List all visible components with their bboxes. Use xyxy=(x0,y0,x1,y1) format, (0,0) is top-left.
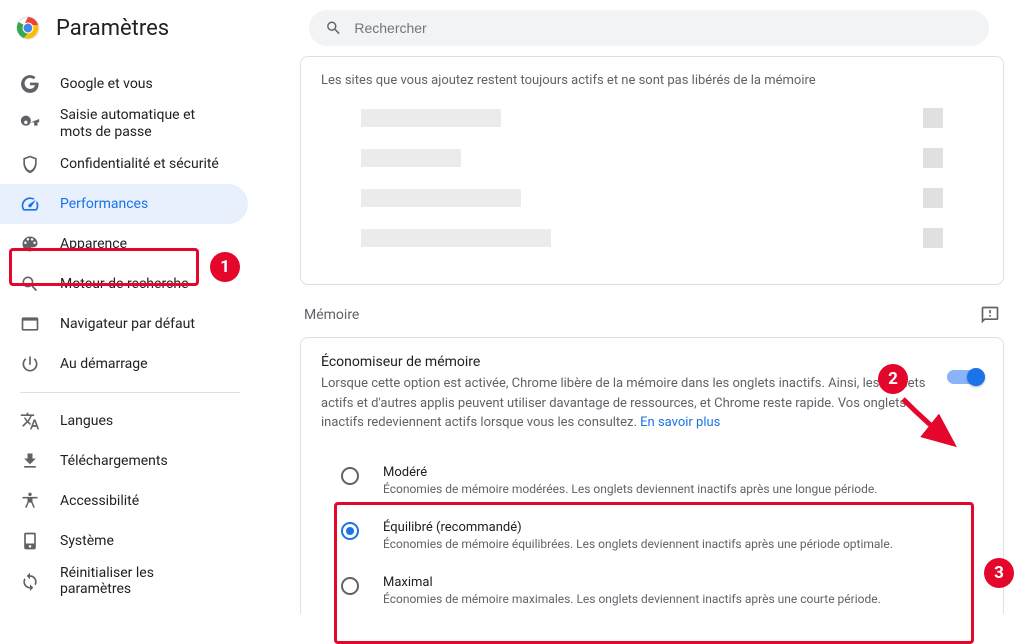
chrome-logo-icon xyxy=(16,16,40,40)
page-title: Paramètres xyxy=(56,16,169,41)
memory-saver-title: Économiseur de mémoire xyxy=(321,354,927,370)
sidebar-item-label: Apparence xyxy=(60,236,127,252)
search-bar[interactable] xyxy=(309,10,989,46)
sidebar-item-autofill[interactable]: Saisie automatique et mots de passe xyxy=(0,104,248,144)
learn-more-link[interactable]: En savoir plus xyxy=(640,415,720,430)
reset-icon xyxy=(20,571,40,591)
paint-icon xyxy=(20,234,40,254)
power-icon xyxy=(20,354,40,374)
radio-label: Équilibré (recommandé) xyxy=(383,520,893,535)
sidebar-item-label: Accessibilité xyxy=(60,493,139,509)
radio-icon xyxy=(341,467,359,485)
sidebar-item-label: Navigateur par défaut xyxy=(60,316,195,332)
memory-saver-card: Économiseur de mémoire Lorsque cette opt… xyxy=(300,337,1004,614)
sidebar-item-appearance[interactable]: Apparence xyxy=(0,224,248,264)
radio-label: Modéré xyxy=(383,465,877,480)
sidebar-item-label: Moteur de recherche xyxy=(60,276,189,292)
download-icon xyxy=(20,451,40,471)
sidebar-item-label: Google et vous xyxy=(60,76,153,92)
main-content: Ajouter Les sites que vous ajoutez reste… xyxy=(260,56,1024,614)
sidebar-item-label: Réinitialiser les paramètres xyxy=(60,565,228,597)
sidebar-item-label: Saisie automatique et mots de passe xyxy=(60,107,228,141)
radio-description: Économies de mémoire modérées. Les ongle… xyxy=(383,482,877,496)
header: Paramètres xyxy=(0,0,1024,56)
memory-saver-description: Lorsque cette option est activée, Chrome… xyxy=(321,374,927,433)
sidebar-item-label: Confidentialité et sécurité xyxy=(60,156,219,172)
sidebar-item-label: Au démarrage xyxy=(60,356,148,372)
sidebar-item-performance[interactable]: Performances xyxy=(0,184,248,224)
radio-icon xyxy=(341,577,359,595)
sidebar: Google et vous Saisie automatique et mot… xyxy=(0,56,260,614)
sidebar-item-label: Système xyxy=(60,533,114,549)
radio-description: Économies de mémoire maximales. Les ongl… xyxy=(383,592,881,606)
sidebar-item-privacy[interactable]: Confidentialité et sécurité xyxy=(0,144,248,184)
sidebar-item-label: Performances xyxy=(60,196,148,212)
always-active-card: Les sites que vous ajoutez restent toujo… xyxy=(300,56,1004,285)
search-icon xyxy=(325,19,342,37)
sidebar-item-languages[interactable]: Langues xyxy=(0,401,248,441)
sidebar-item-startup[interactable]: Au démarrage xyxy=(0,344,248,384)
sidebar-item-accessibility[interactable]: Accessibilité xyxy=(0,481,248,521)
memory-section-title: Mémoire xyxy=(304,307,359,323)
sidebar-item-system[interactable]: Système xyxy=(0,521,248,561)
sidebar-item-reset[interactable]: Réinitialiser les paramètres xyxy=(0,561,248,601)
radio-label: Maximal xyxy=(383,575,881,590)
shield-icon xyxy=(20,154,40,174)
placeholder-row xyxy=(361,108,943,128)
sidebar-item-google[interactable]: Google et vous xyxy=(0,64,248,104)
placeholder-row xyxy=(361,228,943,248)
radio-option-maximum[interactable]: Maximal Économies de mémoire maximales. … xyxy=(321,563,983,615)
placeholder-row xyxy=(361,188,943,208)
browser-icon xyxy=(20,314,40,334)
key-icon xyxy=(20,114,40,134)
memory-saver-toggle[interactable] xyxy=(947,370,983,384)
always-active-description: Les sites que vous ajoutez restent toujo… xyxy=(321,73,983,88)
radio-option-balanced[interactable]: Équilibré (recommandé) Économies de mémo… xyxy=(321,508,983,563)
sidebar-item-downloads[interactable]: Téléchargements xyxy=(0,441,248,481)
search-input[interactable] xyxy=(354,20,973,36)
sidebar-item-search-engine[interactable]: Moteur de recherche xyxy=(0,264,248,304)
feedback-icon[interactable] xyxy=(980,305,1000,325)
sidebar-item-label: Langues xyxy=(60,413,113,429)
system-icon xyxy=(20,531,40,551)
memory-saver-options: Modéré Économies de mémoire modérées. Le… xyxy=(321,449,983,615)
sidebar-item-label: Téléchargements xyxy=(60,453,168,469)
speed-icon xyxy=(20,194,40,214)
radio-option-moderate[interactable]: Modéré Économies de mémoire modérées. Le… xyxy=(321,453,983,508)
sidebar-item-default-browser[interactable]: Navigateur par défaut xyxy=(0,304,248,344)
placeholder-row xyxy=(361,148,943,168)
search-icon xyxy=(20,274,40,294)
radio-icon xyxy=(341,522,359,540)
sidebar-divider xyxy=(20,392,240,393)
accessibility-icon xyxy=(20,491,40,511)
google-icon xyxy=(20,74,40,94)
radio-description: Économies de mémoire équilibrées. Les on… xyxy=(383,537,893,551)
translate-icon xyxy=(20,411,40,431)
